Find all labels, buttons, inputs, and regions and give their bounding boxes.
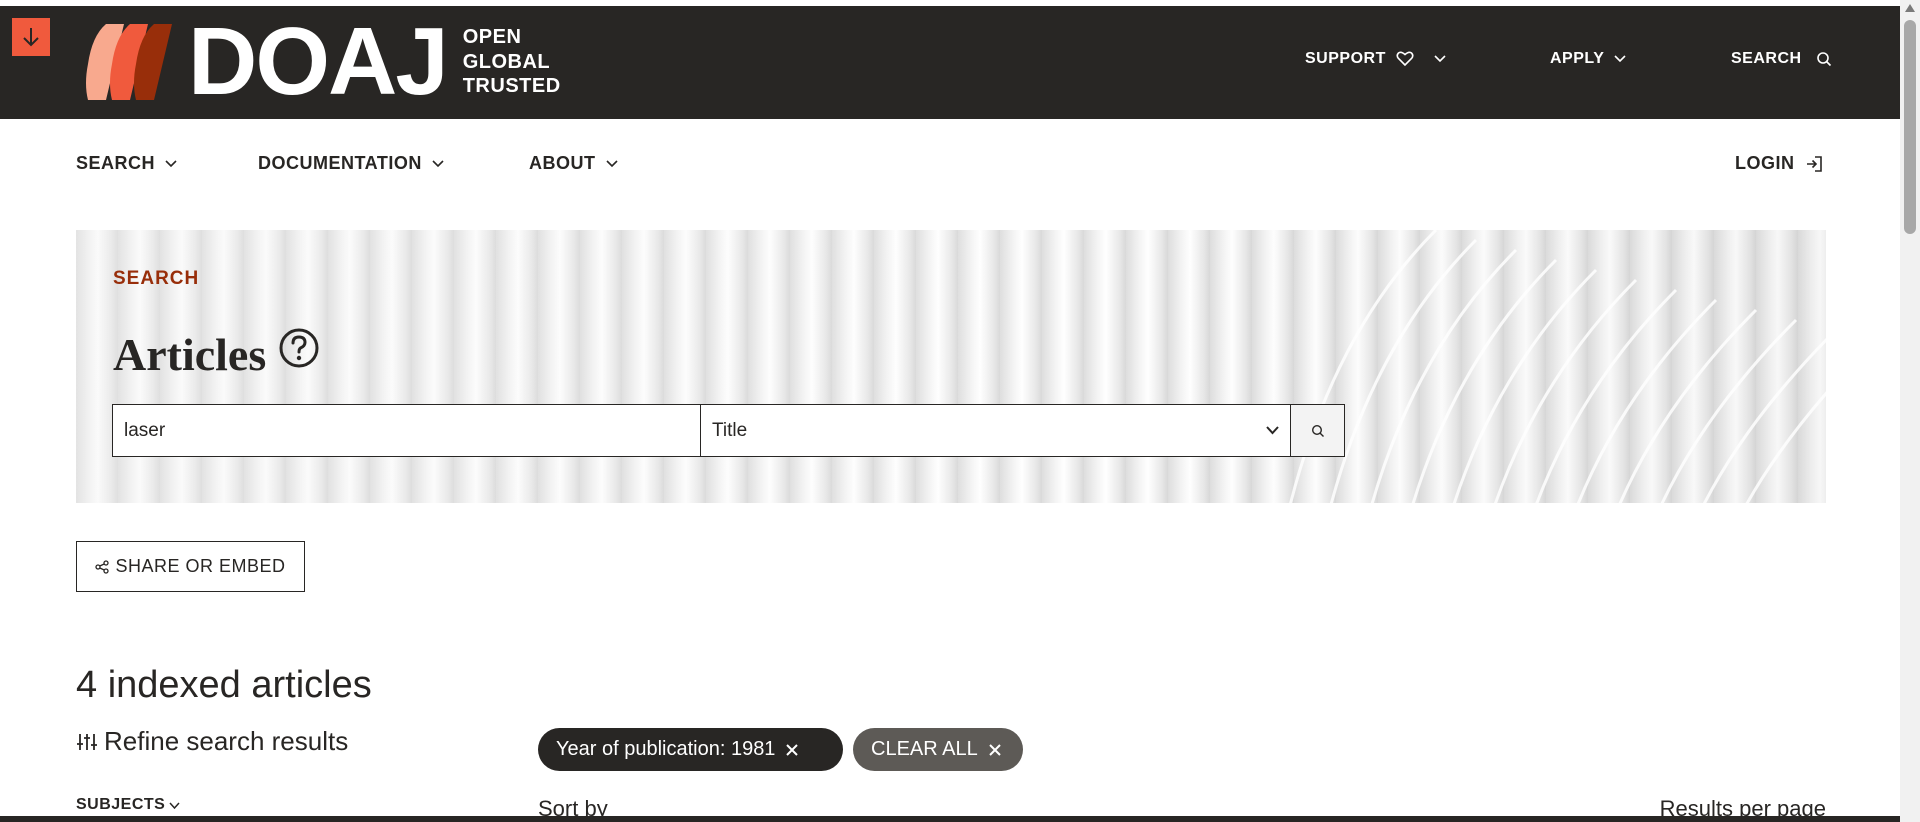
top-nav-apply[interactable]: APPLY	[1550, 50, 1626, 68]
top-nav-support[interactable]: SUPPORT	[1305, 50, 1446, 68]
filter-chip-label: Year of publication: 1981	[556, 738, 776, 760]
results-count: 4 indexed articles	[76, 664, 372, 706]
nav-documentation-label: DOCUMENTATION	[258, 153, 422, 173]
chevron-down-icon	[432, 159, 444, 167]
page-title: Articles	[113, 328, 320, 381]
page-title-text: Articles	[113, 329, 267, 380]
heart-icon	[1396, 51, 1414, 67]
logo-mark-icon	[86, 24, 172, 100]
filter-chip-year[interactable]: Year of publication: 1981	[538, 728, 843, 771]
search-icon	[1311, 424, 1324, 437]
top-nav-apply-label: APPLY	[1550, 50, 1605, 67]
page-scrollbar[interactable]	[1900, 0, 1920, 822]
doaj-logo[interactable]: DOAJ OPEN GLOBAL TRUSTED	[84, 8, 561, 115]
nav-about[interactable]: ABOUT	[529, 153, 618, 174]
search-field-select[interactable]: Title	[701, 404, 1291, 457]
scroll-up-arrow-icon[interactable]	[1905, 4, 1915, 12]
help-icon[interactable]	[278, 327, 320, 369]
nav-search-label: SEARCH	[76, 153, 156, 173]
nav-login[interactable]: LOGIN	[1735, 153, 1823, 174]
share-embed-label: SHARE OR EMBED	[115, 556, 286, 576]
search-field-value: Title	[712, 419, 748, 441]
logo-tagline: OPEN GLOBAL TRUSTED	[463, 25, 561, 99]
hero-texture	[1289, 230, 1826, 503]
sliders-icon	[77, 733, 97, 750]
tagline-line: GLOBAL	[462, 50, 551, 73]
bottom-edge	[0, 816, 1900, 822]
close-icon[interactable]	[785, 743, 799, 757]
chevron-down-icon	[1614, 55, 1626, 63]
hero-eyebrow: SEARCH	[113, 268, 200, 289]
share-icon	[95, 559, 110, 574]
chevron-down-icon	[1266, 426, 1279, 435]
top-edge	[0, 0, 1900, 6]
subjects-label: SUBJECTS	[76, 796, 166, 813]
top-nav-search[interactable]: SEARCH	[1731, 50, 1832, 68]
login-icon	[1806, 155, 1822, 172]
chevron-down-icon	[605, 159, 618, 167]
clear-all-filters-button[interactable]: CLEAR ALL	[853, 728, 1023, 771]
search-icon	[1816, 52, 1831, 67]
search-form: Title	[112, 404, 1345, 457]
refine-heading: Refine search results	[76, 726, 348, 757]
top-nav-search-label: SEARCH	[1731, 50, 1802, 67]
top-nav-support-label: SUPPORT	[1305, 50, 1386, 67]
tagline-line: OPEN	[462, 26, 522, 49]
search-hero: SEARCH Articles Title	[76, 230, 1826, 503]
logo-wordmark: DOAJ	[188, 8, 449, 115]
search-submit-button[interactable]	[1291, 404, 1345, 457]
subjects-facet-toggle[interactable]: SUBJECTS	[76, 796, 180, 814]
clear-all-label: CLEAR ALL	[871, 738, 978, 760]
skip-to-content-button[interactable]	[12, 18, 50, 56]
arrow-down-icon	[23, 28, 39, 47]
tagline-line: TRUSTED	[462, 75, 561, 98]
nav-about-label: ABOUT	[529, 153, 596, 173]
chevron-down-icon	[1434, 55, 1446, 63]
chevron-down-icon	[169, 801, 180, 809]
search-input[interactable]	[112, 404, 701, 457]
nav-documentation[interactable]: DOCUMENTATION	[258, 153, 444, 174]
scrollbar-thumb[interactable]	[1904, 20, 1916, 234]
share-embed-button[interactable]: SHARE OR EMBED	[76, 541, 305, 592]
chevron-down-icon	[165, 159, 177, 167]
nav-login-label: LOGIN	[1735, 153, 1795, 173]
nav-search[interactable]: SEARCH	[76, 153, 177, 174]
refine-label: Refine search results	[104, 726, 349, 756]
close-icon	[989, 743, 1001, 756]
